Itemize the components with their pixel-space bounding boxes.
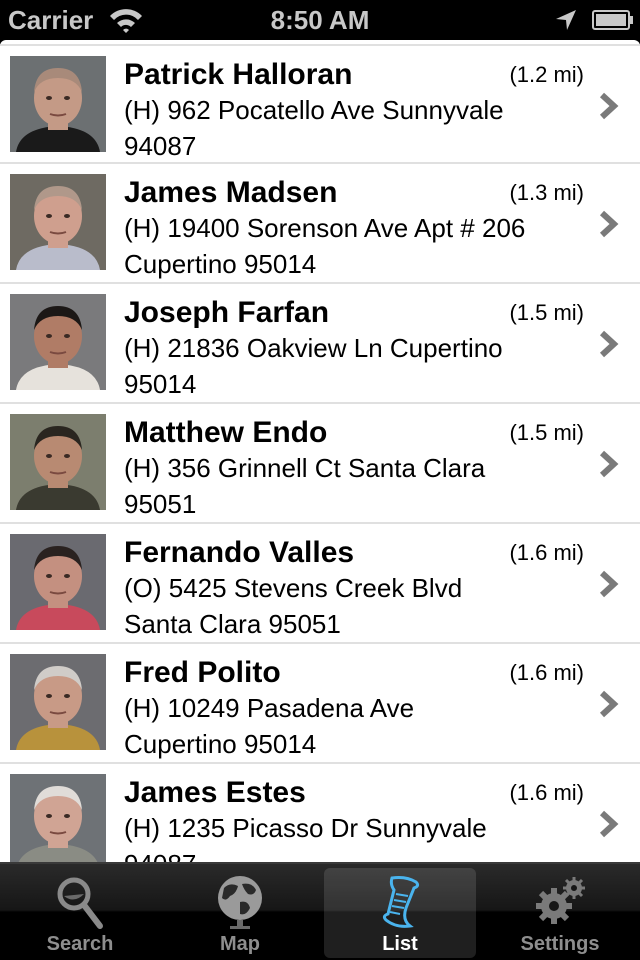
gears-icon bbox=[536, 877, 585, 924]
distance: (1.5 mi) bbox=[509, 300, 584, 325]
list-item[interactable]: Matthew Endo (1.5 mi) (H) 356 Grinnell C… bbox=[0, 404, 640, 524]
chevron-right-icon[interactable] bbox=[598, 210, 620, 238]
person-photo-icon bbox=[10, 774, 106, 864]
scroll-icon bbox=[382, 876, 420, 928]
mugshot-photo bbox=[10, 56, 106, 152]
chevron-right-icon[interactable] bbox=[598, 810, 620, 838]
address: (H) 356 Grinnell Ct Santa Clara 95051 bbox=[124, 450, 564, 522]
address-line-1: (H) 1235 Picasso Dr Sunnyvale bbox=[124, 813, 487, 843]
distance: (1.6 mi) bbox=[509, 540, 584, 565]
address-line-2: Cupertino 95014 bbox=[124, 249, 317, 279]
person-photo-icon bbox=[10, 534, 106, 630]
address: (H) 21836 Oakview Ln Cupertino 95014 bbox=[124, 330, 564, 402]
address: (H) 962 Pocatello Ave Sunnyvale 94087 bbox=[124, 92, 564, 164]
address-line-1: (O) 5425 Stevens Creek Blvd bbox=[124, 573, 463, 603]
mugshot-photo bbox=[10, 654, 106, 750]
location-arrow-icon bbox=[556, 10, 576, 30]
person-name: Joseph Farfan bbox=[124, 296, 330, 329]
magnifier-icon bbox=[57, 877, 103, 929]
clock: 8:50 AM bbox=[270, 5, 370, 35]
mugshot-photo bbox=[10, 414, 106, 510]
address: (H) 19400 Sorenson Ave Apt # 206 Cuperti… bbox=[124, 210, 564, 282]
tab-map-label: Map bbox=[220, 933, 260, 955]
tab-search[interactable]: Search bbox=[4, 868, 156, 958]
chevron-right-icon[interactable] bbox=[598, 450, 620, 478]
person-photo-icon bbox=[10, 174, 106, 270]
address: (O) 5425 Stevens Creek Blvd Santa Clara … bbox=[124, 570, 564, 642]
list-item[interactable]: Fernando Valles (1.6 mi) (O) 5425 Steven… bbox=[0, 524, 640, 644]
address-line-1: (H) 21836 Oakview Ln Cupertino bbox=[124, 333, 503, 363]
chevron-right-icon[interactable] bbox=[598, 330, 620, 358]
address: (H) 10249 Pasadena Ave Cupertino 95014 bbox=[124, 690, 564, 762]
tab-list-label: List bbox=[382, 933, 418, 955]
offender-list[interactable]: Patrick Halloran (1.2 mi) (H) 962 Pocate… bbox=[0, 40, 640, 864]
chevron-right-icon[interactable] bbox=[598, 92, 620, 120]
chevron-right-icon[interactable] bbox=[598, 690, 620, 718]
address-line-1: (H) 356 Grinnell Ct Santa Clara bbox=[124, 453, 486, 483]
globe-icon bbox=[218, 876, 262, 929]
tab-list[interactable]: List bbox=[324, 868, 476, 958]
mugshot-photo bbox=[10, 534, 106, 630]
tab-settings[interactable]: Settings bbox=[484, 868, 636, 958]
list-item[interactable]: Patrick Halloran (1.2 mi) (H) 962 Pocate… bbox=[0, 44, 640, 164]
tab-map[interactable]: Map bbox=[164, 868, 316, 958]
distance: (1.5 mi) bbox=[509, 420, 584, 445]
address-line-2: Santa Clara 95051 bbox=[124, 609, 341, 639]
tab-bar: Search Map List Settings bbox=[0, 862, 640, 960]
tab-search-label: Search bbox=[46, 933, 114, 955]
address-line-2: 95051 bbox=[124, 489, 197, 519]
person-name: Patrick Halloran bbox=[124, 58, 353, 91]
distance: (1.3 mi) bbox=[509, 180, 584, 205]
list-item[interactable]: James Madsen (1.3 mi) (H) 19400 Sorenson… bbox=[0, 164, 640, 284]
address-line-1: (H) 962 Pocatello Ave Sunnyvale bbox=[124, 95, 504, 125]
person-name: James Estes bbox=[124, 776, 306, 809]
person-photo-icon bbox=[10, 56, 106, 152]
person-name: Fernando Valles bbox=[124, 536, 355, 569]
person-name: Matthew Endo bbox=[124, 416, 328, 449]
person-photo-icon bbox=[10, 414, 106, 510]
distance: (1.6 mi) bbox=[509, 780, 584, 805]
battery-icon bbox=[592, 10, 633, 30]
chevron-right-icon[interactable] bbox=[598, 570, 620, 598]
tab-settings-label: Settings bbox=[520, 933, 600, 955]
person-photo-icon bbox=[10, 294, 106, 390]
person-name: James Madsen bbox=[124, 176, 338, 209]
list-item[interactable]: James Estes (1.6 mi) (H) 1235 Picasso Dr… bbox=[0, 764, 640, 864]
mugshot-photo bbox=[10, 774, 106, 864]
person-name: Fred Polito bbox=[124, 656, 281, 689]
distance: (1.6 mi) bbox=[509, 660, 584, 685]
address-line-1: (H) 10249 Pasadena Ave bbox=[124, 693, 415, 723]
address-line-1: (H) 19400 Sorenson Ave Apt # 206 bbox=[124, 213, 526, 243]
address-line-2: 94087 bbox=[124, 131, 197, 161]
address-line-2: Cupertino 95014 bbox=[124, 729, 317, 759]
mugshot-photo bbox=[10, 294, 106, 390]
person-photo-icon bbox=[10, 654, 106, 750]
list-item[interactable]: Fred Polito (1.6 mi) (H) 10249 Pasadena … bbox=[0, 644, 640, 764]
address-line-2: 95014 bbox=[124, 369, 197, 399]
status-bar: Carrier 8:50 AM bbox=[0, 0, 640, 40]
mugshot-photo bbox=[10, 174, 106, 270]
address: (H) 1235 Picasso Dr Sunnyvale 94087 bbox=[124, 810, 564, 864]
list-item[interactable]: Joseph Farfan (1.5 mi) (H) 21836 Oakview… bbox=[0, 284, 640, 404]
distance: (1.2 mi) bbox=[509, 62, 584, 87]
